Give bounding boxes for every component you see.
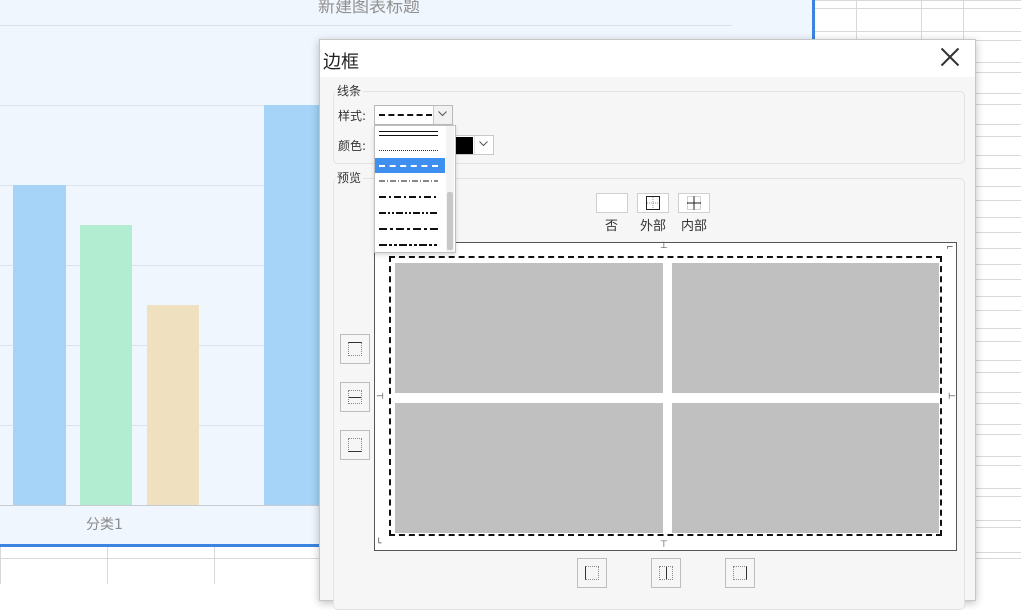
chart-title-divider	[0, 25, 732, 26]
line-style-option-dash-dot-thick[interactable]	[375, 222, 445, 237]
chevron-down-icon[interactable]	[433, 106, 452, 124]
border-middle-horizontal-toggle[interactable]	[340, 382, 370, 412]
line-style-sample	[379, 114, 432, 116]
preset-outer-label: 外部	[640, 219, 667, 234]
line-style-option-double[interactable]	[375, 127, 445, 142]
border-preview[interactable]: ⊥ ⌐ ⊣ ⊢ └ ⊤	[374, 242, 957, 551]
dialog-title: 边框	[323, 52, 359, 73]
preview-mark-top: ⊥	[660, 241, 668, 251]
preset-none-label: 否	[605, 219, 619, 234]
border-top-toggle[interactable]	[340, 334, 370, 364]
chart-category-label: 分类1	[86, 517, 123, 533]
border-top-icon	[348, 342, 362, 356]
preview-table	[389, 256, 942, 536]
preset-none-button[interactable]	[596, 193, 628, 213]
close-button[interactable]	[937, 45, 963, 71]
line-color-select[interactable]	[453, 135, 494, 155]
preview-mark-corner: └	[376, 539, 382, 549]
border-horizontal-icon	[348, 390, 362, 404]
dropdown-scrollbar[interactable]	[446, 126, 454, 252]
style-label: 样式:	[338, 109, 367, 123]
dropdown-scrollbar-thumb[interactable]	[447, 192, 453, 250]
line-style-option-dotted[interactable]	[375, 143, 445, 158]
preview-cell	[395, 263, 663, 393]
line-style-option-dash-dot-fine[interactable]	[375, 174, 445, 189]
preview-cell	[395, 403, 663, 533]
border-dialog: 边框 线条 样式: 颜色: 预览 否 外部 内部 ⊥ ⌐ ⊣ ⊢ └ ⊤	[319, 39, 976, 610]
chart-bar-series-1[interactable]	[13, 185, 66, 505]
preset-outer-button[interactable]	[637, 193, 669, 213]
line-style-option-dash-dot-dot[interactable]	[375, 206, 445, 221]
preview-mark-right: ⊢	[948, 392, 956, 402]
chart-bar-series-4[interactable]	[264, 105, 320, 505]
chart-x-axis	[0, 505, 320, 506]
line-style-option-dashed[interactable]	[375, 158, 445, 173]
preview-cell	[672, 263, 939, 393]
line-style-option-dash-dot[interactable]	[375, 190, 445, 205]
line-style-dropdown	[374, 125, 456, 253]
chart-bar-series-2[interactable]	[80, 225, 132, 505]
preview-mark-left: ⊣	[376, 392, 384, 402]
border-left-icon	[585, 566, 599, 580]
border-bottom-icon	[348, 438, 362, 452]
color-label: 颜色:	[338, 139, 367, 153]
inner-border-icon	[687, 196, 701, 210]
color-swatch	[454, 137, 473, 154]
border-vertical-icon	[659, 566, 673, 580]
preview-mark-corner: ⌐	[946, 243, 954, 253]
line-style-select[interactable]	[374, 105, 453, 125]
line-style-option-dash-dot-dot-thick[interactable]	[375, 238, 445, 252]
preview-cell	[672, 403, 939, 533]
preset-inner-button[interactable]	[678, 193, 710, 213]
preset-inner-label: 内部	[681, 219, 708, 234]
dialog-header: 边框	[320, 40, 975, 77]
chevron-down-icon[interactable]	[474, 136, 493, 154]
chart-bar-series-3[interactable]	[147, 305, 199, 505]
preview-mark-bottom: ⊤	[660, 540, 668, 550]
border-right-icon	[733, 566, 747, 580]
preview-group-label: 预览	[335, 169, 364, 186]
border-bottom-toggle[interactable]	[340, 430, 370, 460]
chart-title[interactable]: 新建图表标题	[318, 0, 420, 17]
line-group-label: 线条	[335, 82, 364, 99]
outer-border-icon	[646, 196, 660, 210]
